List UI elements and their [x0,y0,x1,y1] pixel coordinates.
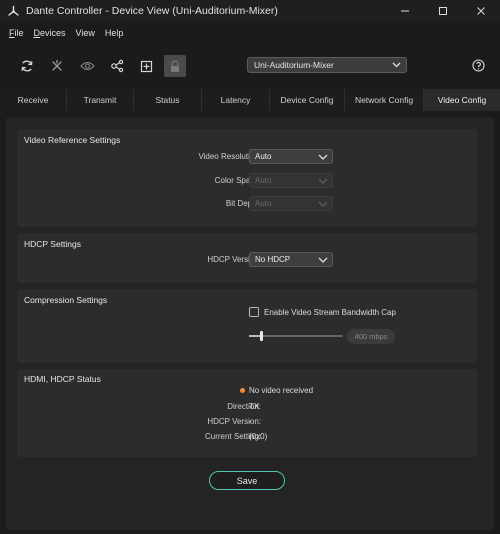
save-button[interactable]: Save [209,471,285,490]
maximize-icon[interactable] [424,0,462,22]
add-box-icon[interactable] [135,55,157,77]
close-icon[interactable] [462,0,500,22]
bandwidth-slider[interactable] [249,331,343,341]
bandwidth-value: 400 mbps [347,329,395,344]
hdmi-hdcp-status-panel: HDMI, HDCP Status No video received Dire… [17,369,477,457]
bandwidth-cap-label: Enable Video Stream Bandwidth Cap [264,308,396,317]
tab-transmit[interactable]: Transmit [67,89,134,111]
video-status-text: No video received [249,386,314,395]
minimize-icon[interactable] [386,0,424,22]
chevron-down-icon [318,177,328,187]
dante-logo-icon [6,4,20,18]
tab-bar: Receive Transmit Status Latency Device C… [0,89,500,111]
video-reference-panel: Video Reference Settings Video Resolutio… [17,129,477,227]
tab-receive[interactable]: Receive [0,89,67,111]
video-resolution-dropdown[interactable]: Auto [249,149,333,164]
device-select[interactable]: Uni-Auditorium-Mixer [247,57,407,73]
chevron-down-icon [392,61,401,71]
lock-icon[interactable] [164,55,186,77]
chevron-down-icon [318,200,328,210]
disconnect-icon[interactable] [46,55,68,77]
window-title: Dante Controller - Device View (Uni-Audi… [26,5,278,17]
identify-eye-icon[interactable] [76,55,98,77]
status-dot [240,388,245,393]
chevron-down-icon [318,256,328,266]
panel-title: Video Reference Settings [24,135,121,145]
menu-file[interactable]: File [4,28,29,38]
current-setting-value: (0x0) [249,432,268,441]
color-space-dropdown[interactable]: Auto [249,173,333,188]
status-hdcp-version-value: - [249,417,252,426]
tab-device-config[interactable]: Device Config [270,89,345,111]
routing-nodes-icon[interactable] [106,55,128,77]
tab-network-config[interactable]: Network Config [345,89,424,111]
panel-title: HDMI, HDCP Status [24,374,101,384]
panel-title: Compression Settings [24,295,108,305]
title-bar: Dante Controller - Device View (Uni-Audi… [0,0,500,22]
tab-video-config[interactable]: Video Config [424,89,500,111]
hdcp-settings-panel: HDCP Settings HDCP Version: No HDCP [17,233,477,283]
compression-settings-panel: Compression Settings Enable Video Stream… [17,289,477,363]
tab-status[interactable]: Status [134,89,202,111]
color-space-value: Auto [255,176,272,185]
hdcp-version-value: No HDCP [255,255,291,264]
chevron-down-icon [318,153,328,163]
refresh-icon[interactable] [16,55,38,77]
menu-view[interactable]: View [71,28,100,38]
video-resolution-value: Auto [255,152,272,161]
direction-value: TX [249,402,260,411]
slider-thumb[interactable] [260,331,264,341]
menu-devices[interactable]: Devices [29,28,71,38]
panel-title: HDCP Settings [24,239,82,249]
bandwidth-cap-checkbox[interactable] [249,307,259,317]
menu-help[interactable]: Help [100,28,129,38]
status-hdcp-version-label: HDCP Version: [207,417,261,426]
hdcp-version-dropdown[interactable]: No HDCP [249,252,333,267]
help-icon[interactable] [472,59,485,74]
device-select-value: Uni-Auditorium-Mixer [254,60,334,70]
bit-depth-dropdown[interactable]: Auto [249,196,333,211]
menu-bar: File Devices View Help [0,24,500,42]
bit-depth-value: Auto [255,199,272,208]
tab-latency[interactable]: Latency [202,89,270,111]
